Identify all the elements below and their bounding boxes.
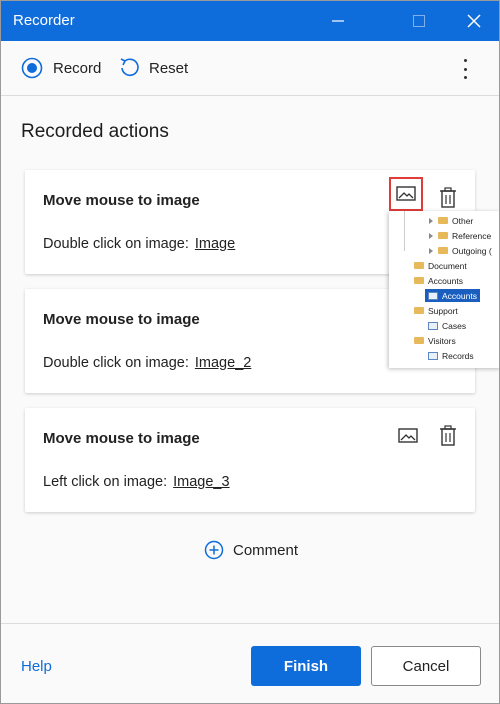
preview-tree-item: Accounts	[414, 274, 463, 287]
reset-label: Reset	[149, 59, 189, 77]
reset-button[interactable]: Reset	[119, 55, 188, 81]
folder-icon	[414, 307, 424, 314]
toolbar: Record Reset	[1, 41, 499, 96]
image-preview: Other Reference Outgoing ( Document Acco…	[389, 211, 499, 368]
action-title: Move mouse to image	[43, 430, 200, 447]
expand-icon	[429, 247, 433, 254]
table-icon	[428, 351, 438, 360]
footer: Help Finish Cancel	[1, 623, 499, 703]
delete-button[interactable]	[431, 181, 465, 215]
expand-icon	[429, 232, 433, 239]
image-link[interactable]: Image	[195, 236, 235, 252]
record-button[interactable]: Record	[21, 55, 101, 81]
image-icon	[398, 428, 418, 443]
add-circle-icon	[204, 540, 224, 560]
more-options-button[interactable]	[455, 57, 475, 81]
recorder-window: Recorder Record Reset Recorded actions M…	[0, 0, 500, 704]
image-link[interactable]: Image_2	[195, 355, 251, 371]
close-icon	[467, 14, 481, 28]
preview-tree-item: Visitors	[414, 334, 456, 347]
add-comment-button[interactable]: Comment	[204, 539, 298, 561]
folder-icon	[414, 277, 424, 284]
trash-icon	[440, 425, 456, 446]
action-title: Move mouse to image	[43, 192, 200, 209]
section-heading: Recorded actions	[21, 121, 169, 142]
maximize-icon	[413, 15, 425, 27]
folder-icon	[438, 232, 448, 239]
preview-tree-item: Support	[414, 304, 458, 317]
action-desc-text: Left click on image:	[43, 474, 168, 490]
cancel-button[interactable]: Cancel	[371, 646, 481, 686]
preview-tree-item: Reference	[429, 229, 491, 242]
action-desc-text: Double click on image:	[43, 236, 189, 252]
preview-divider	[404, 211, 405, 251]
action-desc-text: Double click on image:	[43, 355, 189, 371]
delete-button[interactable]	[431, 419, 465, 453]
reset-icon	[120, 58, 139, 77]
folder-icon	[414, 337, 424, 344]
image-icon	[396, 186, 416, 201]
title-bar: Recorder	[1, 1, 499, 41]
preview-tree-item: Cases	[428, 319, 466, 332]
action-description: Left click on image: Image_3	[43, 474, 230, 490]
window-title: Recorder	[13, 12, 75, 29]
more-dot-icon	[463, 76, 467, 79]
more-dot-icon	[463, 67, 467, 71]
more-dot-icon	[463, 59, 467, 62]
action-card[interactable]: Move mouse to image Left click on image:…	[25, 408, 475, 512]
action-description: Double click on image: Image_2	[43, 355, 251, 371]
table-icon	[428, 321, 438, 330]
preview-tree-item: Document	[414, 259, 467, 272]
image-link[interactable]: Image_3	[173, 474, 229, 490]
expand-icon	[429, 217, 433, 224]
help-link[interactable]: Help	[21, 658, 52, 675]
preview-tree-item: Records	[428, 349, 474, 362]
action-title: Move mouse to image	[43, 311, 200, 328]
preview-tree-item: Other	[429, 214, 473, 227]
view-image-button[interactable]	[389, 177, 423, 211]
record-icon	[21, 57, 43, 79]
folder-icon	[438, 247, 448, 254]
record-label: Record	[53, 59, 102, 77]
view-image-button[interactable]	[391, 419, 425, 453]
folder-icon	[438, 217, 448, 224]
maximize-button[interactable]	[396, 1, 442, 41]
table-icon	[428, 291, 438, 300]
minimize-button[interactable]	[315, 1, 361, 41]
preview-tree-item: Outgoing (	[429, 244, 492, 257]
close-button[interactable]	[451, 1, 497, 41]
folder-icon	[414, 262, 424, 269]
finish-button[interactable]: Finish	[251, 646, 361, 686]
trash-icon	[440, 187, 456, 208]
minimize-icon	[332, 20, 344, 22]
preview-tree-item-selected: Accounts	[425, 289, 480, 302]
action-description: Double click on image: Image	[43, 236, 235, 252]
comment-label: Comment	[233, 541, 299, 559]
